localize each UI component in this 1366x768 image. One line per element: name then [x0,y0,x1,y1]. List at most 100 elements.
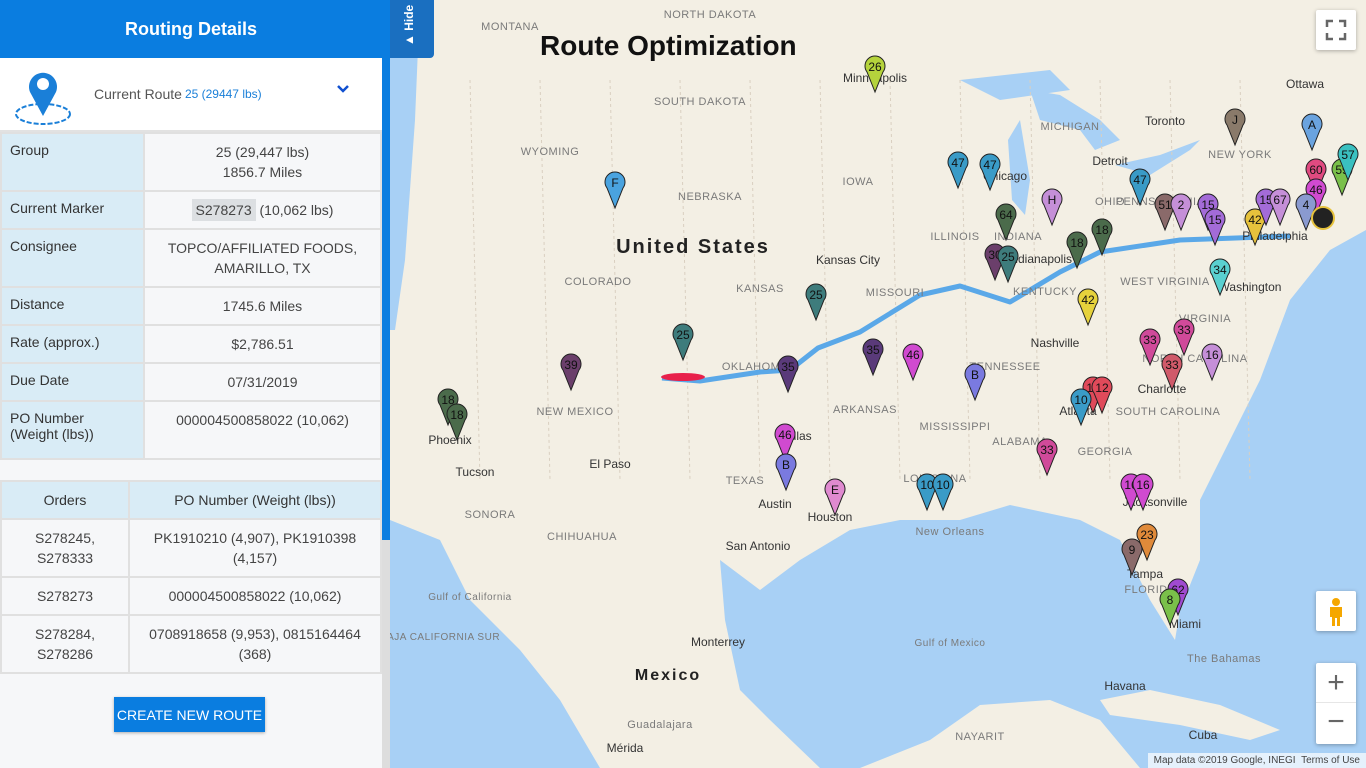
marker-label: H [1048,193,1057,207]
map-label: Gulf of Mexico [915,638,986,649]
marker-label: F [611,176,618,190]
zoom-out-button[interactable]: − [1316,703,1356,743]
marker-label: 12 [1095,381,1109,395]
marker-label: 18 [1070,236,1084,250]
attribution-text: Map data ©2019 Google, INEGI [1153,755,1296,766]
street-view-pegman[interactable] [1316,591,1356,631]
marker-label: 25 [676,328,690,342]
hide-label: ▲ Hide [402,4,416,46]
order-po: 0708918658 (9,953), 0815164464 (368) [128,614,382,674]
marker-label: 23 [1140,528,1154,542]
map-label: Gulf of California [428,592,511,603]
map-label: SOUTH CAROLINA [1116,406,1221,418]
detail-value: 1745.6 Miles [222,298,303,314]
map-label: NORTH CAROLINA [1142,353,1247,365]
map-label: NEW MEXICO [536,406,613,418]
detail-row: Current Marker S278273 (10,062 lbs) [0,190,382,230]
routing-details-panel: Routing Details Current Route 25 (29447 … [0,0,382,768]
map-label: Havana [1104,679,1146,693]
hide-panel-tab[interactable]: ▲ Hide [390,0,434,58]
marker-label: 10 [920,478,934,492]
marker-label: A [1308,118,1316,132]
marker-label: 46 [906,348,920,362]
order-po: 000004500858022 (10,062) [128,576,382,616]
map[interactable]: United States Mexico NORTH DAKOTA MONTANA SO… [390,0,1366,768]
current-route-selector[interactable]: Current Route 25 (29447 lbs) [0,58,382,132]
map-label: El Paso [589,457,631,471]
map-label: NAYARIT [955,731,1005,743]
marker-label: J [1232,113,1238,127]
map-label: Mérida [607,741,644,755]
map-label: KANSAS [736,283,784,295]
terms-link[interactable]: Terms of Use [1301,755,1360,766]
detail-row: Group 25 (29,447 lbs) 1856.7 Miles [0,132,382,192]
map-label: CHIHUAHUA [547,531,617,543]
marker-label: 51 [1158,198,1172,212]
map-label: Phoenix [428,433,471,447]
orders-table: Orders PO Number (Weight (lbs)) S278245, … [0,480,382,674]
marker-label: 46 [1309,183,1323,197]
fullscreen-icon [1325,19,1347,41]
marker-label: 42 [1248,213,1262,227]
map-label: BAJA CALIFORNIA SUR [390,632,500,643]
marker-label: 60 [1309,163,1323,177]
map-label: United States [616,236,770,258]
detail-value: TOPCO/AFFILIATED FOODS, [167,240,358,256]
map-label: Ottawa [1286,77,1324,91]
detail-key: Group [0,132,145,192]
selected-stop[interactable] [661,373,705,381]
map-label: MONTANA [481,21,539,33]
map-label: KENTUCKY [1013,286,1077,298]
map-label: Mexico [635,667,701,684]
map-label: IOWA [843,176,874,188]
map-label: SONORA [465,509,516,521]
marker-label: 33 [1040,443,1054,457]
create-new-route-button[interactable]: CREATE NEW ROUTE [114,697,265,732]
marker-label: 8 [1167,593,1174,607]
marker-label: 57 [1341,148,1355,162]
map-label: Toronto [1145,114,1185,128]
chevron-down-icon[interactable] [336,84,350,94]
map-label: MISSOURI [866,287,924,299]
detail-key: Consignee [0,228,145,288]
panel-title: Routing Details [0,0,382,58]
marker-label: B [971,368,979,382]
map-label: Kansas City [816,253,880,267]
order-po: PK1910210 (4,907), PK1910398 (4,157) [128,518,382,578]
map-label: WYOMING [521,146,580,158]
marker-label: 64 [999,208,1013,222]
map-label: NEW YORK [1208,149,1272,161]
order-ids: S278284, S278286 [0,614,130,674]
detail-value: 07/31/2019 [227,374,298,390]
detail-row: Due Date 07/31/2019 [0,362,382,402]
scrollbar-thumb[interactable] [382,0,390,540]
map-label: Miami [1169,617,1201,631]
map-label: Charlotte [1138,382,1187,396]
marker-label: 4 [1303,198,1310,212]
order-row: S278273 000004500858022 (10,062) [0,576,382,616]
marker-label: B [782,458,790,472]
fullscreen-button[interactable] [1316,10,1356,50]
marker-label: 33 [1165,358,1179,372]
detail-key: Distance [0,286,145,326]
map-label: Monterrey [691,635,745,649]
zoom-controls: + − [1316,663,1356,744]
marker-label: E [831,483,839,497]
current-route-value: 25 (29447 lbs) [184,87,262,101]
marker-label: 33 [1177,323,1191,337]
map-label: ARKANSAS [833,404,897,416]
marker-label: 15 [1208,213,1222,227]
order-ids: S278245, S278333 [0,518,130,578]
marker-label: 34 [1213,263,1227,277]
marker-label: 42 [1081,293,1095,307]
depot-marker[interactable] [1311,206,1335,230]
map-label: NORTH DAKOTA [664,9,757,21]
map-label: The Bahamas [1187,653,1261,665]
zoom-in-button[interactable]: + [1316,663,1356,703]
map-label: ILLINOIS [930,231,979,243]
map-label: NEBRASKA [678,191,742,203]
map-label: GEORGIA [1078,446,1133,458]
marker-label: 26 [868,60,882,74]
marker-label: 9 [1129,543,1136,557]
map-label: Cuba [1189,728,1218,742]
